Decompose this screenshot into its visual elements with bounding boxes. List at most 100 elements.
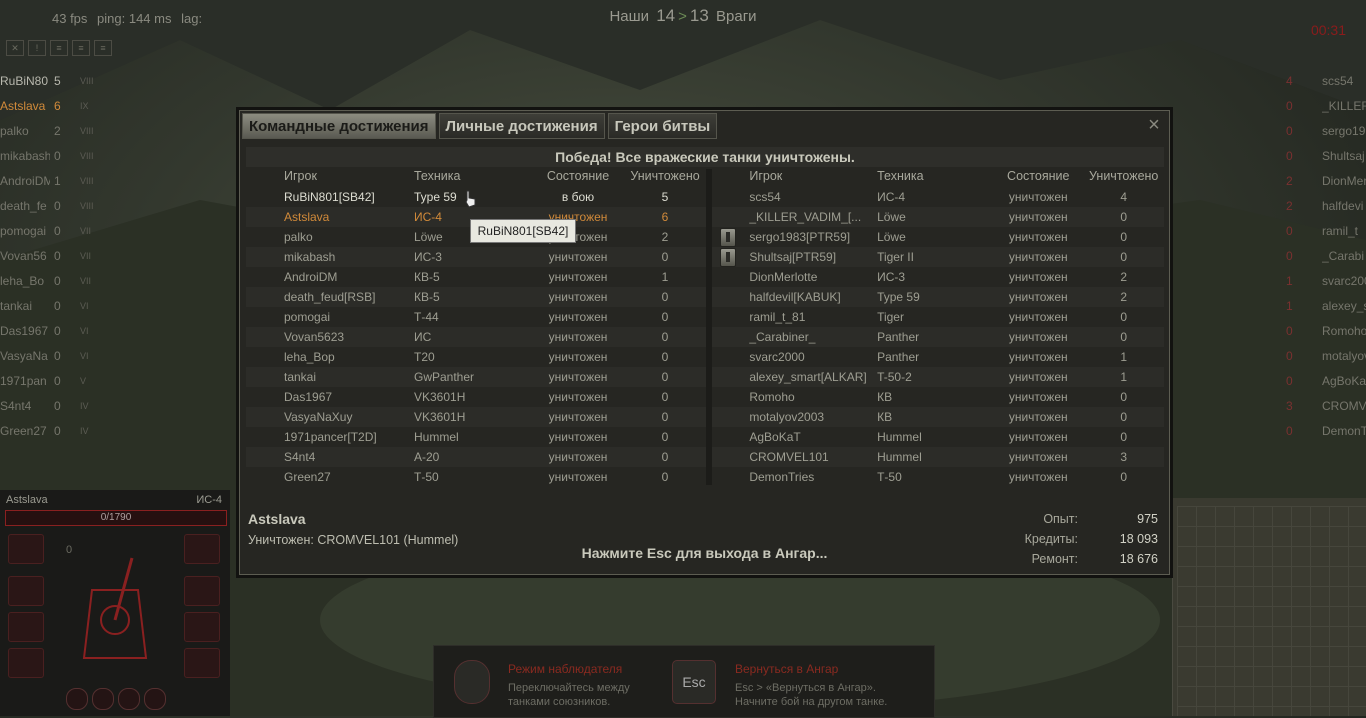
side-list-item[interactable]: 1 svarc200: [1286, 268, 1366, 293]
close-button[interactable]: ×: [1144, 115, 1164, 135]
table-row[interactable]: DionMerlotte ИС-3 уничтожен 2: [712, 267, 1164, 287]
table-row[interactable]: Shultsaj[PTR59] Tiger II уничтожен 0: [712, 247, 1164, 267]
player-cell: _Carabiner_: [749, 330, 816, 344]
side-list-item[interactable]: Astslava 6 IX: [0, 93, 108, 118]
vehicle-cell: VK3601H: [414, 410, 466, 424]
table-row[interactable]: tankai GwPanther уничтожен 0: [246, 367, 706, 387]
side-list-item[interactable]: 0 sergo19: [1286, 118, 1366, 143]
status-cell: уничтожен: [1008, 470, 1068, 484]
row-icon-cell: [246, 467, 284, 487]
table-row[interactable]: halfdevil[KABUK] Type 59 уничтожен 2: [712, 287, 1164, 307]
row-icon-cell: [712, 207, 749, 227]
consumable-slot-4[interactable]: [144, 688, 166, 710]
table-row[interactable]: DemonTries Т-50 уничтожен 0: [712, 467, 1164, 487]
marker-icon[interactable]: !: [28, 40, 46, 56]
table-row[interactable]: pomogai Т-44 уничтожен 0: [246, 307, 706, 327]
side-list-item[interactable]: 0 Romoho: [1286, 318, 1366, 343]
side-list-item[interactable]: 0 AgBoKaT: [1286, 368, 1366, 393]
player-cell: Astslava: [284, 210, 330, 224]
tab-personal-achievements[interactable]: Личные достижения: [438, 113, 605, 139]
consumable-slot-3[interactable]: [118, 688, 140, 710]
side-player-name: DionMer: [1322, 173, 1366, 188]
table-row[interactable]: _Carabiner_ Panther уничтожен 0: [712, 327, 1164, 347]
table-row[interactable]: scs54 ИС-4 уничтожен 4: [712, 187, 1164, 207]
engine-module-icon: [184, 534, 220, 564]
table-row[interactable]: Romoho КВ уничтожен 0: [712, 387, 1164, 407]
side-list-item[interactable]: 2 DionMer: [1286, 168, 1366, 193]
table-row[interactable]: 1971pancer[T2D] Hummel уничтожен 0: [246, 427, 706, 447]
minimap[interactable]: [1172, 498, 1366, 716]
status-cell: уничтожен: [1008, 190, 1068, 204]
side-list-item[interactable]: death_fe 0 VIII: [0, 193, 108, 218]
tab-battle-heroes[interactable]: Герои битвы: [607, 113, 718, 139]
side-list-item[interactable]: 2 halfdevi: [1286, 193, 1366, 218]
table-row[interactable]: Green27 Т-50 уничтожен 0: [246, 467, 706, 487]
side-list-item[interactable]: pomogai 0 VII: [0, 218, 108, 243]
side-list-item[interactable]: 3 CROMVE: [1286, 393, 1366, 418]
table-row[interactable]: S4nt4 A-20 уничтожен 0: [246, 447, 706, 467]
table-row[interactable]: Vovan5623 ИС уничтожен 0: [246, 327, 706, 347]
side-list-item[interactable]: 0 _Carabi: [1286, 243, 1366, 268]
table-row[interactable]: leha_Bop T20 уничтожен 0: [246, 347, 706, 367]
side-list-item[interactable]: 0 ramil_t: [1286, 218, 1366, 243]
tab-team-achievements[interactable]: Командные достижения: [242, 113, 436, 139]
table-row[interactable]: sergo1983[PTR59] Löwe уничтожен 0: [712, 227, 1164, 247]
table-row[interactable]: _KILLER_VADIM_[... Löwe уничтожен 0: [712, 207, 1164, 227]
side-list-item[interactable]: 1 alexey_s: [1286, 293, 1366, 318]
side-list-item[interactable]: Das1967 0 VI: [0, 318, 108, 343]
side-list-item[interactable]: mikabash 0 VIII: [0, 143, 108, 168]
row-icon-cell: [712, 247, 749, 267]
side-list-item[interactable]: VasyaNa 0 VI: [0, 343, 108, 368]
side-list-item[interactable]: 0 motalyov: [1286, 343, 1366, 368]
table-row[interactable]: motalyov2003 КВ уничтожен 0: [712, 407, 1164, 427]
table-row[interactable]: svarc2000 Panther уничтожен 1: [712, 347, 1164, 367]
list-large-icon[interactable]: ≡: [94, 40, 112, 56]
side-list-item[interactable]: palko 2 VIII: [0, 118, 108, 143]
side-list-item[interactable]: S4nt4 0 IV: [0, 393, 108, 418]
status-cell: уничтожен: [1008, 430, 1068, 444]
side-list-item[interactable]: 0 Shultsaj: [1286, 143, 1366, 168]
table-row[interactable]: AndroiDM КВ-5 уничтожен 1: [246, 267, 706, 287]
kills-cell: 5: [661, 190, 669, 204]
table-row[interactable]: AgBoKaT Hummel уничтожен 0: [712, 427, 1164, 447]
vehicle-owner-name: Astslava: [6, 494, 48, 506]
side-list-item[interactable]: Vovan56 0 VII: [0, 243, 108, 268]
list-small-icon[interactable]: ≡: [50, 40, 68, 56]
table-row[interactable]: ramil_t_81 Tiger уничтожен 0: [712, 307, 1164, 327]
vehicle-cell: Hummel: [414, 430, 459, 444]
side-list-item[interactable]: Green27 0 IV: [0, 418, 108, 443]
table-row[interactable]: mikabash ИС-3 уничтожен 0: [246, 247, 706, 267]
player-cell: tankai: [284, 370, 317, 384]
kills-cell: 0: [1120, 470, 1128, 484]
side-list-item[interactable]: 0 DemonTr: [1286, 418, 1366, 443]
side-list-item[interactable]: 1971pan 0 V: [0, 368, 108, 393]
table-row[interactable]: Das1967 VK3601H уничтожен 0: [246, 387, 706, 407]
side-list-item[interactable]: AndroiDM 1 VIII: [0, 168, 108, 193]
row-icon-cell: [712, 467, 749, 487]
row-icon-cell: [246, 227, 284, 247]
header-kills: Уничтожено: [1089, 169, 1159, 183]
table-row[interactable]: VasyaNaXuy VK3601H уничтожен 0: [246, 407, 706, 427]
consumable-slot-1[interactable]: [66, 688, 88, 710]
consumable-slot-2[interactable]: [92, 688, 114, 710]
close-icon[interactable]: ✕: [6, 40, 24, 56]
medal-icon: [720, 248, 736, 267]
table-row[interactable]: death_feud[RSB] КВ-5 уничтожен 0: [246, 287, 706, 307]
side-list-item[interactable]: 4 scs54: [1286, 68, 1366, 93]
list-medium-icon[interactable]: ≡: [72, 40, 90, 56]
table-row[interactable]: CROMVEL101 Hummel уничтожен 3: [712, 447, 1164, 467]
side-player-name: scs54: [1322, 73, 1354, 88]
side-list-item[interactable]: leha_Bo 0 VII: [0, 268, 108, 293]
vehicle-cell: Löwe: [877, 230, 906, 244]
side-list-item[interactable]: 0 _KILLER: [1286, 93, 1366, 118]
side-list-item[interactable]: tankai 0 VI: [0, 293, 108, 318]
tier-label: IV: [80, 400, 89, 411]
side-frags: 0: [1286, 423, 1293, 438]
vehicle-cell: ИС-3: [414, 250, 442, 264]
player-cell: halfdevil[KABUK]: [749, 290, 841, 304]
side-list-item[interactable]: RuBiN80 5 VIII: [0, 68, 108, 93]
player-cell: CROMVEL101: [749, 450, 829, 464]
table-row[interactable]: alexey_smart[ALKAR] T-50-2 уничтожен 1: [712, 367, 1164, 387]
side-player-name: _Carabi: [1322, 248, 1365, 263]
vehicle-cell: КВ: [877, 390, 893, 404]
